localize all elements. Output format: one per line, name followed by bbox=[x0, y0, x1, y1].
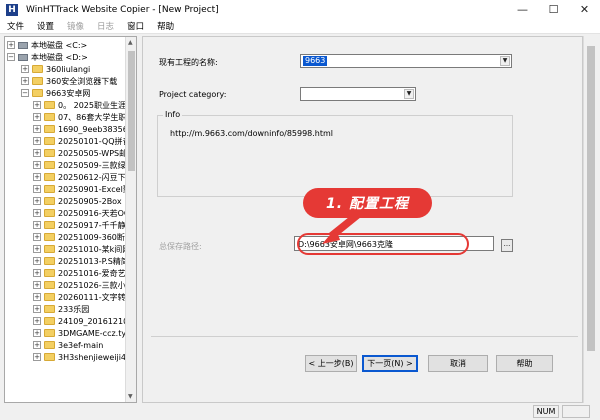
status-cell bbox=[562, 405, 590, 418]
annotation-arrow-icon bbox=[322, 217, 361, 244]
status-bar: NUM bbox=[0, 403, 600, 420]
highlight-oval bbox=[297, 233, 469, 255]
num-lock-indicator: NUM bbox=[533, 405, 559, 418]
